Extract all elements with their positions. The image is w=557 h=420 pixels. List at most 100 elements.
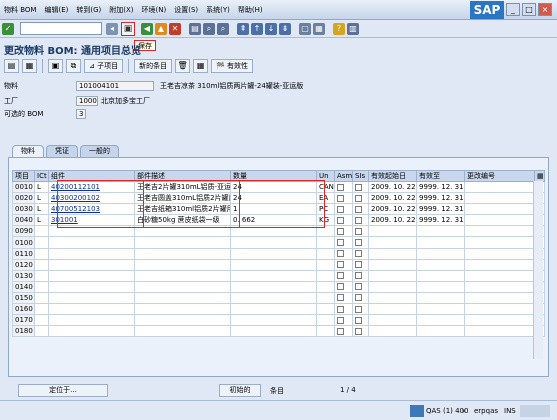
next-page-icon[interactable]: ↓ [265,22,277,35]
cell-item[interactable]: 0120 [12,258,35,271]
cell-asm-checkbox[interactable] [334,192,353,205]
help-icon[interactable]: ? [333,22,345,35]
table-row[interactable]: 0160 [12,303,545,316]
cell-asm-checkbox[interactable] [334,314,353,327]
cell-sis-checkbox[interactable] [352,247,369,260]
cell-description[interactable] [134,280,231,293]
cell-description[interactable] [134,236,231,249]
cell-ict[interactable] [34,269,49,282]
cell-sis-checkbox[interactable] [352,180,369,194]
cell-quantity[interactable] [230,247,317,260]
tab-general[interactable]: 一般的 [80,145,119,157]
checkbox[interactable] [337,327,344,335]
cell-item[interactable]: 0130 [12,269,35,282]
menu-item-help[interactable]: 帮助(H) [234,5,267,15]
checkbox[interactable] [337,261,344,269]
checkbox[interactable] [337,216,344,224]
restore-button[interactable]: □ [522,3,536,16]
cell-sis-checkbox[interactable] [352,269,369,282]
cell-ict[interactable] [34,325,49,338]
cell-valid-from[interactable] [368,314,417,327]
cell-component[interactable] [48,303,135,316]
cancel-icon[interactable]: ✕ [169,22,181,35]
checkbox[interactable] [355,216,362,224]
cell-sis-checkbox[interactable] [352,325,369,338]
checkbox[interactable] [355,272,362,280]
cell-valid-from[interactable]: 2009. 10. 22 [368,214,417,227]
cell-change-number[interactable] [464,203,535,216]
checkbox[interactable] [337,227,344,235]
checkbox[interactable] [355,250,362,258]
cell-change-number[interactable] [464,180,535,194]
cell-ict[interactable] [34,247,49,260]
cell-valid-from[interactable]: 2009. 10. 22 [368,192,417,205]
cell-asm-checkbox[interactable] [334,247,353,260]
plant-field[interactable]: 1000 [76,95,98,106]
cell-asm-checkbox[interactable] [334,258,353,271]
cell-unit[interactable] [316,269,335,282]
cell-quantity[interactable] [230,236,317,249]
cell-component[interactable] [48,325,135,338]
table-row[interactable]: 0130 [12,269,545,282]
column-settings-icon[interactable]: ▦ [534,170,545,182]
checkbox[interactable] [337,205,344,213]
cell-item[interactable]: 0140 [12,280,35,293]
cell-component[interactable] [48,258,135,271]
tab-material[interactable]: 物料 [12,145,44,157]
cell-ict[interactable]: L [34,214,49,227]
display-change-icon[interactable]: ▤ [4,58,19,73]
find-icon[interactable]: ⌕ [203,22,215,35]
cell-item[interactable]: 0030 [12,203,35,216]
cell-unit[interactable] [316,325,335,338]
table-vertical-scrollbar[interactable] [533,181,543,359]
menu-item-settings[interactable]: 设置(S) [170,5,202,15]
table-row[interactable]: 0110 [12,247,545,260]
cell-valid-from[interactable] [368,280,417,293]
cell-change-number[interactable] [464,269,535,282]
cell-component[interactable] [48,280,135,293]
cell-valid-from[interactable] [368,247,417,260]
position-button[interactable]: 定位于... [18,384,108,397]
cell-item[interactable]: 0150 [12,291,35,305]
cell-sis-checkbox[interactable] [352,192,369,205]
column-header-valid-from[interactable]: 有效起始日 [368,170,417,182]
menu-item-material-bom[interactable]: 物料 BOM [0,5,40,15]
cell-asm-checkbox[interactable] [334,280,353,293]
cell-component[interactable] [48,291,135,305]
column-header-change-number[interactable]: 更改编号 [464,170,535,182]
save-button[interactable]: ▣ [121,21,135,36]
cell-item[interactable]: 0090 [12,225,35,238]
table-row[interactable]: 0170 [12,314,545,327]
checkbox[interactable] [337,294,344,302]
back-icon[interactable]: ◀ [141,22,153,35]
tab-document[interactable]: 凭证 [46,145,78,157]
cell-sis-checkbox[interactable] [352,291,369,305]
cell-sis-checkbox[interactable] [352,280,369,293]
cell-item[interactable]: 0100 [12,236,35,249]
cell-valid-to[interactable]: 9999. 12. 31 [416,214,465,227]
last-page-icon[interactable]: ⇟ [279,22,291,35]
cell-quantity[interactable] [230,303,317,316]
close-button[interactable]: × [538,3,552,16]
table-row[interactable]: 0150 [12,291,545,305]
cell-quantity[interactable] [230,325,317,338]
new-session-icon[interactable]: ▢ [299,22,311,35]
enter-icon[interactable]: ✓ [2,22,14,35]
cell-change-number[interactable] [464,291,535,305]
cell-asm-checkbox[interactable] [334,269,353,282]
new-entries-button[interactable]: 新的条目 [134,58,173,73]
checkbox[interactable] [355,239,362,247]
cell-description[interactable] [134,314,231,327]
shortcut-icon[interactable]: ▦ [313,22,325,35]
cell-change-number[interactable] [464,192,535,205]
cell-unit[interactable] [316,247,335,260]
cell-valid-from[interactable]: 2009. 10. 22 [368,180,417,194]
checkbox[interactable] [355,316,362,324]
cell-unit[interactable] [316,236,335,249]
cell-item[interactable]: 0170 [12,314,35,327]
checkbox[interactable] [337,239,344,247]
cell-quantity[interactable] [230,291,317,305]
checkbox[interactable] [355,283,362,291]
cell-description[interactable] [134,325,231,338]
cell-component[interactable] [48,236,135,249]
